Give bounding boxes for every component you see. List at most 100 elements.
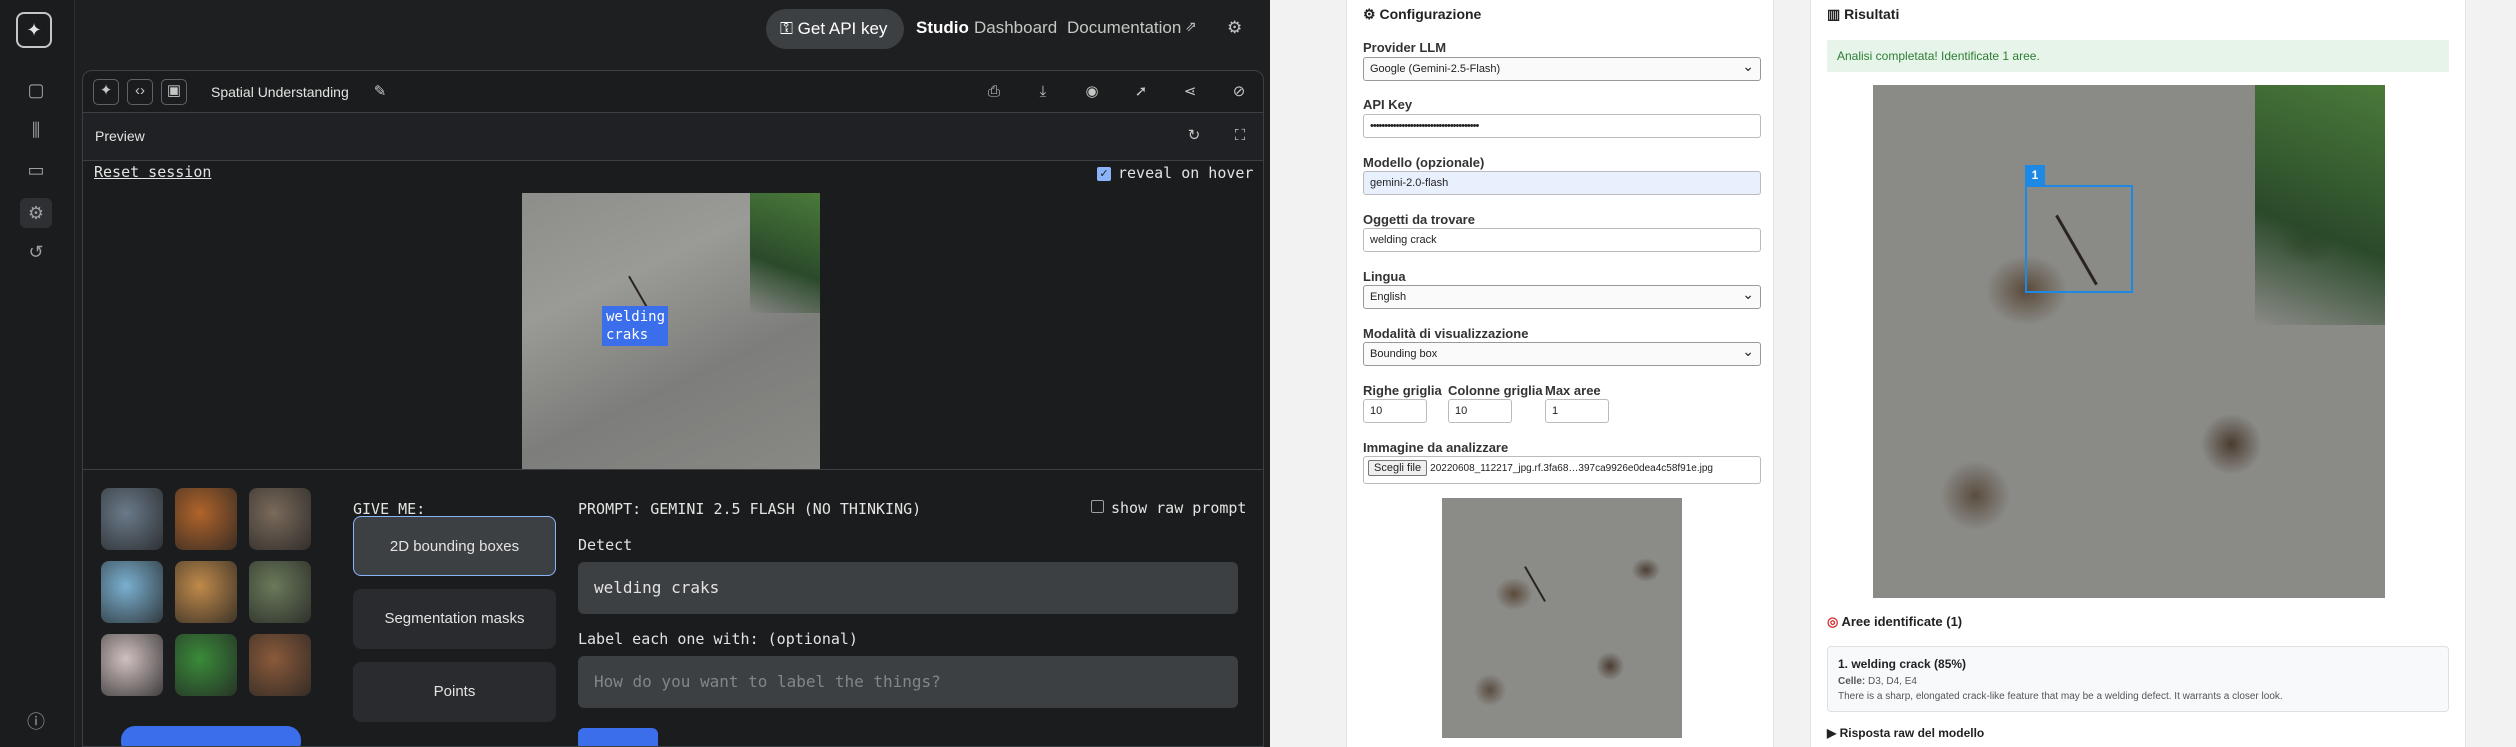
results-title-text: Risultati bbox=[1844, 6, 1900, 22]
rows-input[interactable]: 10 bbox=[1363, 399, 1427, 423]
cols-input[interactable]: 10 bbox=[1448, 399, 1512, 423]
area-card: 1. welding crack (85%) Celle: D3, D4, E4… bbox=[1827, 646, 2449, 712]
mode-select[interactable]: Bounding box bbox=[1363, 342, 1761, 366]
code-icon[interactable]: ‹› bbox=[127, 79, 153, 105]
upload-button[interactable] bbox=[121, 726, 301, 746]
bounding-box-number: 1 bbox=[2025, 165, 2045, 185]
hide-icon[interactable]: ⊘ bbox=[1228, 81, 1250, 103]
preview-label: Preview bbox=[95, 128, 145, 144]
settings-gear-icon[interactable]: ⚙ bbox=[1227, 18, 1242, 38]
chat-icon[interactable]: ▢ bbox=[24, 78, 48, 102]
history-icon[interactable]: ↺ bbox=[24, 240, 48, 264]
option-points[interactable]: Points bbox=[353, 662, 556, 722]
generate-media-icon[interactable]: ▭ bbox=[24, 158, 48, 182]
page-gutter bbox=[1774, 0, 1810, 747]
cols-label: Colonne griglia bbox=[1448, 383, 1543, 398]
github-icon[interactable]: ◉ bbox=[1081, 81, 1103, 103]
bounding-box[interactable] bbox=[2025, 185, 2133, 293]
fullscreen-icon[interactable]: ⛶ bbox=[1229, 125, 1251, 147]
studio-logo-icon[interactable]: ✦ bbox=[16, 12, 52, 48]
layout-icon[interactable]: ▣ bbox=[161, 79, 187, 105]
area-description: There is a sharp, elongated crack-like f… bbox=[1838, 691, 2283, 702]
detection-label[interactable]: welding craks bbox=[602, 306, 668, 346]
option-2d-bounding-boxes[interactable]: 2D bounding boxes bbox=[353, 516, 556, 576]
build-icon[interactable]: ⚙ bbox=[20, 198, 52, 228]
dashboard-link[interactable]: Dashboard bbox=[974, 18, 1057, 38]
target-icon: ◎ bbox=[1827, 614, 1842, 629]
download-icon[interactable]: ⤓ bbox=[1032, 81, 1054, 103]
cells-label: Celle: bbox=[1838, 676, 1866, 687]
provider-label: Provider LLM bbox=[1363, 40, 1447, 55]
areas-title: ◎ Aree identificate (1) bbox=[1827, 614, 1962, 630]
result-image: 1 bbox=[1873, 85, 2385, 598]
language-label: Lingua bbox=[1363, 269, 1406, 284]
file-input[interactable]: Scegli file 20220608_112217_jpg.rf.3fa68… bbox=[1363, 456, 1761, 484]
studio-link[interactable]: Studio bbox=[916, 18, 969, 38]
stream-icon[interactable]: ⫼ bbox=[24, 118, 48, 142]
app-panel: ✦ ‹› ▣ Spatial Understanding ✎ ⎙ ⤓ ◉ ➚ ⋖… bbox=[82, 70, 1264, 747]
example-thumbnail[interactable] bbox=[101, 561, 163, 623]
config-title: ⚙ Configurazione bbox=[1363, 6, 1481, 23]
area-title: 1. welding crack (85%) bbox=[1838, 657, 1967, 671]
objects-input[interactable]: welding crack bbox=[1363, 228, 1761, 252]
provider-select[interactable]: Google (Gemini-2.5-Flash) bbox=[1363, 57, 1761, 81]
uploaded-image: welding craks bbox=[522, 193, 820, 493]
option-segmentation-masks[interactable]: Segmentation masks bbox=[353, 589, 556, 649]
deploy-rocket-icon[interactable]: ➚ bbox=[1130, 81, 1152, 103]
share-icon[interactable]: ⋖ bbox=[1179, 81, 1201, 103]
example-thumbnail[interactable] bbox=[101, 634, 163, 696]
detect-input[interactable]: welding craks bbox=[578, 562, 1238, 614]
example-thumbnail[interactable] bbox=[249, 634, 311, 696]
file-name: 20220608_112217_jpg.rf.3fa68…397ca9926e0… bbox=[1430, 463, 1713, 474]
preview-bar: Preview ↻ ⛶ bbox=[83, 113, 1263, 161]
example-thumbnail[interactable] bbox=[175, 488, 237, 550]
edit-pencil-icon[interactable]: ✎ bbox=[369, 81, 391, 103]
config-panel: ⚙ Configurazione Provider LLM Google (Ge… bbox=[1346, 0, 1774, 747]
reveal-checkbox[interactable]: ✓ bbox=[1097, 167, 1111, 181]
top-bar: ⚿ Get API key Studio Dashboard Documenta… bbox=[76, 0, 1270, 58]
example-thumbnail[interactable] bbox=[175, 561, 237, 623]
example-thumbnail[interactable] bbox=[175, 634, 237, 696]
app-header: ✦ ‹› ▣ Spatial Understanding ✎ ⎙ ⤓ ◉ ➚ ⋖… bbox=[83, 71, 1263, 113]
info-icon[interactable]: ⓘ bbox=[24, 710, 48, 734]
raw-response-label: Risposta raw del modello bbox=[1839, 726, 1985, 740]
apikey-label: API Key bbox=[1363, 97, 1413, 112]
save-icon[interactable]: ⎙ bbox=[983, 81, 1005, 103]
get-api-key-button[interactable]: ⚿ Get API key bbox=[766, 9, 904, 49]
label-each-label: Label each one with: (optional) bbox=[578, 630, 858, 648]
refresh-icon[interactable]: ↻ bbox=[1183, 125, 1205, 147]
raw-prompt-checkbox[interactable] bbox=[1091, 500, 1104, 513]
max-areas-label: Max aree bbox=[1545, 383, 1601, 398]
sparkle-icon[interactable]: ✦ bbox=[93, 79, 119, 105]
raw-response-toggle[interactable]: ▶ Risposta raw del modello bbox=[1827, 726, 1984, 740]
image-background-green bbox=[750, 193, 820, 313]
crack-line bbox=[1524, 566, 1546, 602]
controls-area: GIVE ME: 2D bounding boxes Segmentation … bbox=[83, 469, 1263, 746]
prompt-title: PROMPT: GEMINI 2.5 FLASH (NO THINKING) bbox=[578, 500, 922, 518]
image-label: Immagine da analizzare bbox=[1363, 440, 1509, 455]
chart-icon: ▥ bbox=[1827, 6, 1845, 22]
language-value: English bbox=[1370, 291, 1407, 303]
reveal-on-hover-label: reveal on hover bbox=[1118, 164, 1254, 182]
rows-label: Righe griglia bbox=[1363, 383, 1442, 398]
mode-label: Modalità di visualizzazione bbox=[1363, 326, 1529, 341]
objects-label: Oggetti da trovare bbox=[1363, 212, 1475, 227]
apikey-input[interactable]: •••••••••••••••••••••••••••••••••••••• bbox=[1363, 114, 1761, 138]
success-message: Analisi completata! Identificate 1 aree. bbox=[1827, 40, 2449, 72]
max-areas-input[interactable]: 1 bbox=[1545, 399, 1609, 423]
show-raw-prompt-label: show raw prompt bbox=[1111, 499, 1247, 517]
example-thumbnail[interactable] bbox=[249, 488, 311, 550]
model-input[interactable]: gemini-2.0-flash bbox=[1363, 171, 1761, 195]
reset-session-link[interactable]: Reset session bbox=[94, 163, 211, 181]
documentation-link[interactable]: Documentation bbox=[1067, 18, 1181, 38]
send-button[interactable] bbox=[578, 728, 658, 746]
example-thumbnail[interactable] bbox=[249, 561, 311, 623]
choose-file-button[interactable]: Scegli file bbox=[1368, 460, 1428, 476]
language-select[interactable]: English bbox=[1363, 285, 1761, 309]
example-thumbnail[interactable] bbox=[101, 488, 163, 550]
provider-value: Google (Gemini-2.5-Flash) bbox=[1370, 63, 1501, 75]
label-input[interactable]: How do you want to label the things? bbox=[578, 656, 1238, 708]
key-icon: ⚿ bbox=[780, 19, 798, 38]
mode-value: Bounding box bbox=[1370, 348, 1438, 360]
results-title: ▥ Risultati bbox=[1827, 6, 1899, 23]
